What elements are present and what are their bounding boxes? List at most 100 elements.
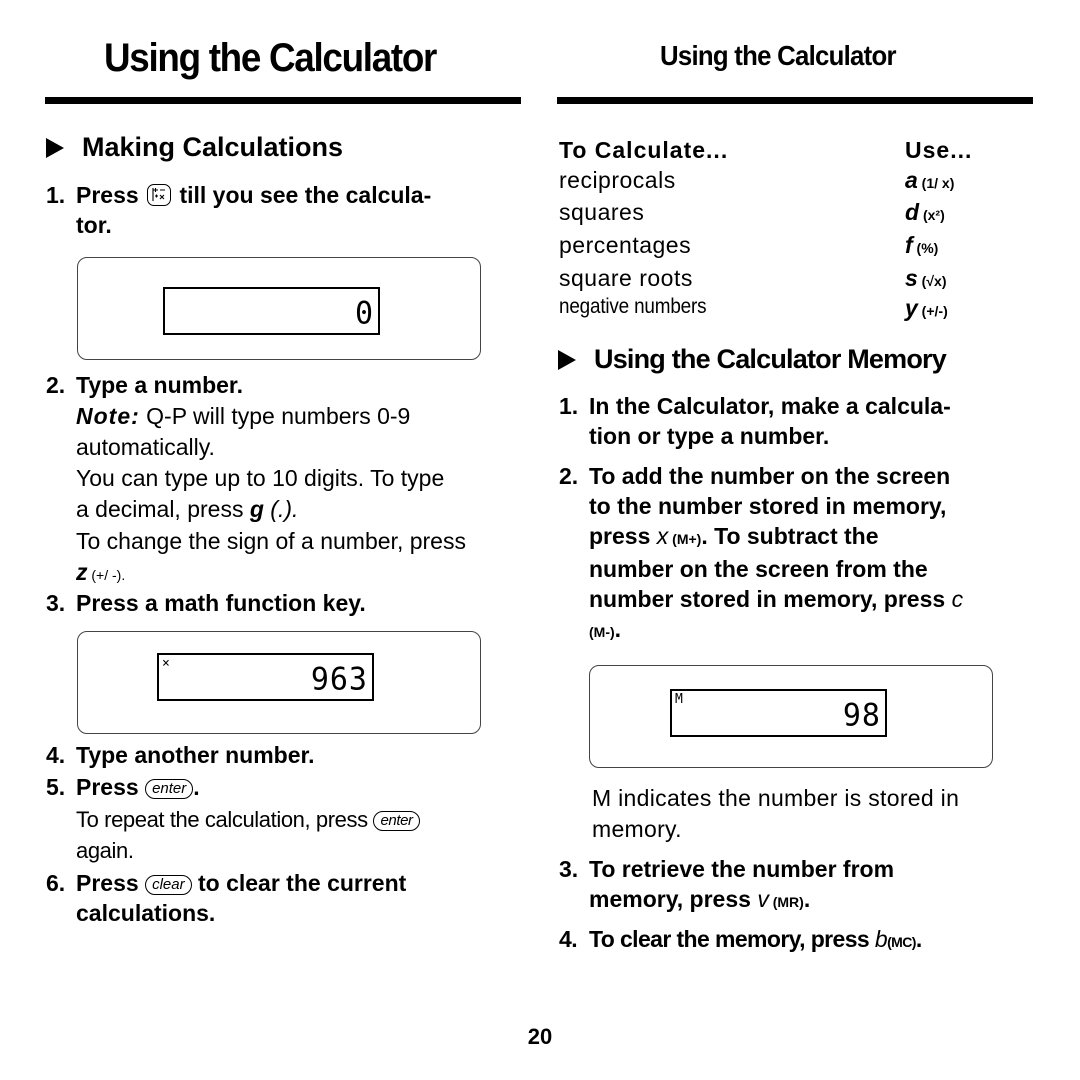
step-text: To add the number on the screen <box>589 463 951 489</box>
memory-step-4: 4. To clear the memory, press b(MC). <box>559 924 922 957</box>
calculator-screen-panel: × 963 <box>77 631 481 734</box>
mr-key: v <box>757 886 769 912</box>
step-2: 2. Type a number. Note: Q-P will type num… <box>46 370 526 591</box>
step-text: Type another number. <box>76 742 315 768</box>
memory-step-3: 3. To retrieve the number from memory, pr… <box>559 854 1039 917</box>
step-punct: . <box>803 886 811 912</box>
memory-indicator-note: M indicates the number is stored in memo… <box>592 783 1032 845</box>
step-text-cont: calculations. <box>76 900 216 926</box>
table-cell-label: squares <box>559 199 645 225</box>
calculator-screen-panel: M 98 <box>589 665 993 768</box>
m-minus-key: c <box>951 586 964 612</box>
lcd-value: 963 <box>310 661 368 698</box>
enter-key: enter <box>145 779 194 799</box>
step-6: 6. Press clear to clear the current calcu… <box>46 868 526 928</box>
step-number: 1. <box>46 182 66 208</box>
lcd-multiply-indicator: × <box>162 656 170 671</box>
enter-key: enter <box>373 811 420 831</box>
step-3: 3. Press a math function key. <box>46 588 366 618</box>
memory-step-1: 1. In the Calculator, make a calcula- tio… <box>559 391 1039 451</box>
table-row: squares d (x²) <box>559 199 1029 232</box>
step-text: Press <box>76 182 139 208</box>
section-heading-making-calculations: Making Calculations <box>46 132 343 163</box>
header-rule-left <box>45 97 521 104</box>
section-heading-memory: Using the Calculator Memory <box>558 344 947 375</box>
step-text: . To subtract the <box>701 523 879 549</box>
step-number: 3. <box>559 856 579 882</box>
step-1: 1. Press till you see the calcula- tor. <box>46 180 526 240</box>
step-text-cont: to the number stored in memory, <box>589 493 947 519</box>
table-cell-label: square roots <box>559 265 693 291</box>
step-number: 2. <box>46 372 66 398</box>
page-title: Using the Calculator <box>104 36 437 80</box>
m-plus-key: x <box>656 523 669 549</box>
m-minus-symbol: (M-) <box>589 624 615 640</box>
step-text: Press <box>76 870 139 896</box>
memory-step-2: 2. To add the number on the screen to the… <box>559 461 1049 647</box>
repeat-text: To repeat the calculation, press <box>76 807 368 832</box>
lcd-value: 0 <box>354 295 374 332</box>
note-text: M indicates the number is stored in <box>592 785 960 811</box>
table-cell-key: a <box>905 167 918 193</box>
table-row: percentages f (%) <box>559 232 1029 265</box>
mc-key: b <box>874 926 888 952</box>
table-header: Use... <box>905 137 973 163</box>
running-header: Using the Calculator <box>660 40 897 71</box>
mr-symbol: (MR) <box>768 894 804 910</box>
sign-symbol: (+/ -). <box>87 567 126 583</box>
lcd-value: 98 <box>842 697 881 734</box>
table-cell-key: f <box>905 232 913 258</box>
function-key-table: To Calculate... Use... reciprocals a (1/… <box>559 137 1029 325</box>
table-cell-key: s <box>905 265 918 291</box>
step-text: Type a number. <box>76 372 244 398</box>
table-row: square roots s (√x) <box>559 265 1029 295</box>
lcd-display: 0 <box>163 287 380 335</box>
step-text: to clear the current <box>197 870 407 896</box>
table-cell-label: negative numbers <box>559 295 707 318</box>
step-text: To clear the memory, press <box>589 926 875 952</box>
lcd-memory-indicator: M <box>675 692 683 707</box>
lcd-display: M 98 <box>670 689 887 737</box>
step-text: memory, press <box>589 886 758 912</box>
repeat-text-cont: again. <box>76 838 134 863</box>
note-text-cont: automatically. <box>76 434 215 460</box>
sign-key: z <box>76 559 88 585</box>
decimal-symbol: (.). <box>263 496 299 522</box>
table-cell-label: reciprocals <box>559 167 676 193</box>
table-cell-label: percentages <box>559 232 692 258</box>
table-cell-key: d <box>905 199 920 225</box>
table-row: negative numbers y (+/-) <box>559 295 1029 325</box>
step-punct: . <box>193 774 200 800</box>
step-text: Press a math function key. <box>76 590 366 616</box>
digits-text: You can type up to 10 digits. To type <box>76 465 445 491</box>
table-header: To Calculate... <box>559 137 729 163</box>
step-number: 4. <box>559 926 578 952</box>
mc-symbol: (MC) <box>887 934 916 950</box>
step-punct: . <box>614 616 622 642</box>
step-text-cont: tion or type a number. <box>589 423 830 449</box>
calculator-screen-panel: 0 <box>77 257 481 360</box>
step-number: 4. <box>46 742 66 768</box>
step-text: number stored in memory, press <box>589 586 952 612</box>
step-text-cont: number on the screen from the <box>589 556 928 582</box>
table-cell-symbol: (x²) <box>919 207 945 223</box>
note-label: Note: <box>76 403 140 429</box>
step-punct: . <box>915 926 922 952</box>
triangle-bullet-icon <box>558 349 576 370</box>
step-number: 1. <box>559 393 579 419</box>
decimal-key: g <box>249 496 264 522</box>
lcd-display: × 963 <box>157 653 374 701</box>
table-cell-symbol: (1/ x) <box>917 175 955 191</box>
step-text: press <box>589 523 657 549</box>
calculator-key-icon <box>147 184 172 206</box>
step-text: To retrieve the number from <box>589 856 895 882</box>
table-cell-symbol: (%) <box>912 240 939 256</box>
step-text: Press <box>76 774 139 800</box>
step-number: 3. <box>46 590 66 616</box>
step-number: 2. <box>559 463 579 489</box>
table-cell-symbol: (√x) <box>917 273 947 289</box>
page-number: 20 <box>527 1024 553 1049</box>
step-text: till you see the calcula- <box>179 182 432 208</box>
step-text-cont: tor. <box>76 212 112 238</box>
table-header-row: To Calculate... Use... <box>559 137 1029 167</box>
